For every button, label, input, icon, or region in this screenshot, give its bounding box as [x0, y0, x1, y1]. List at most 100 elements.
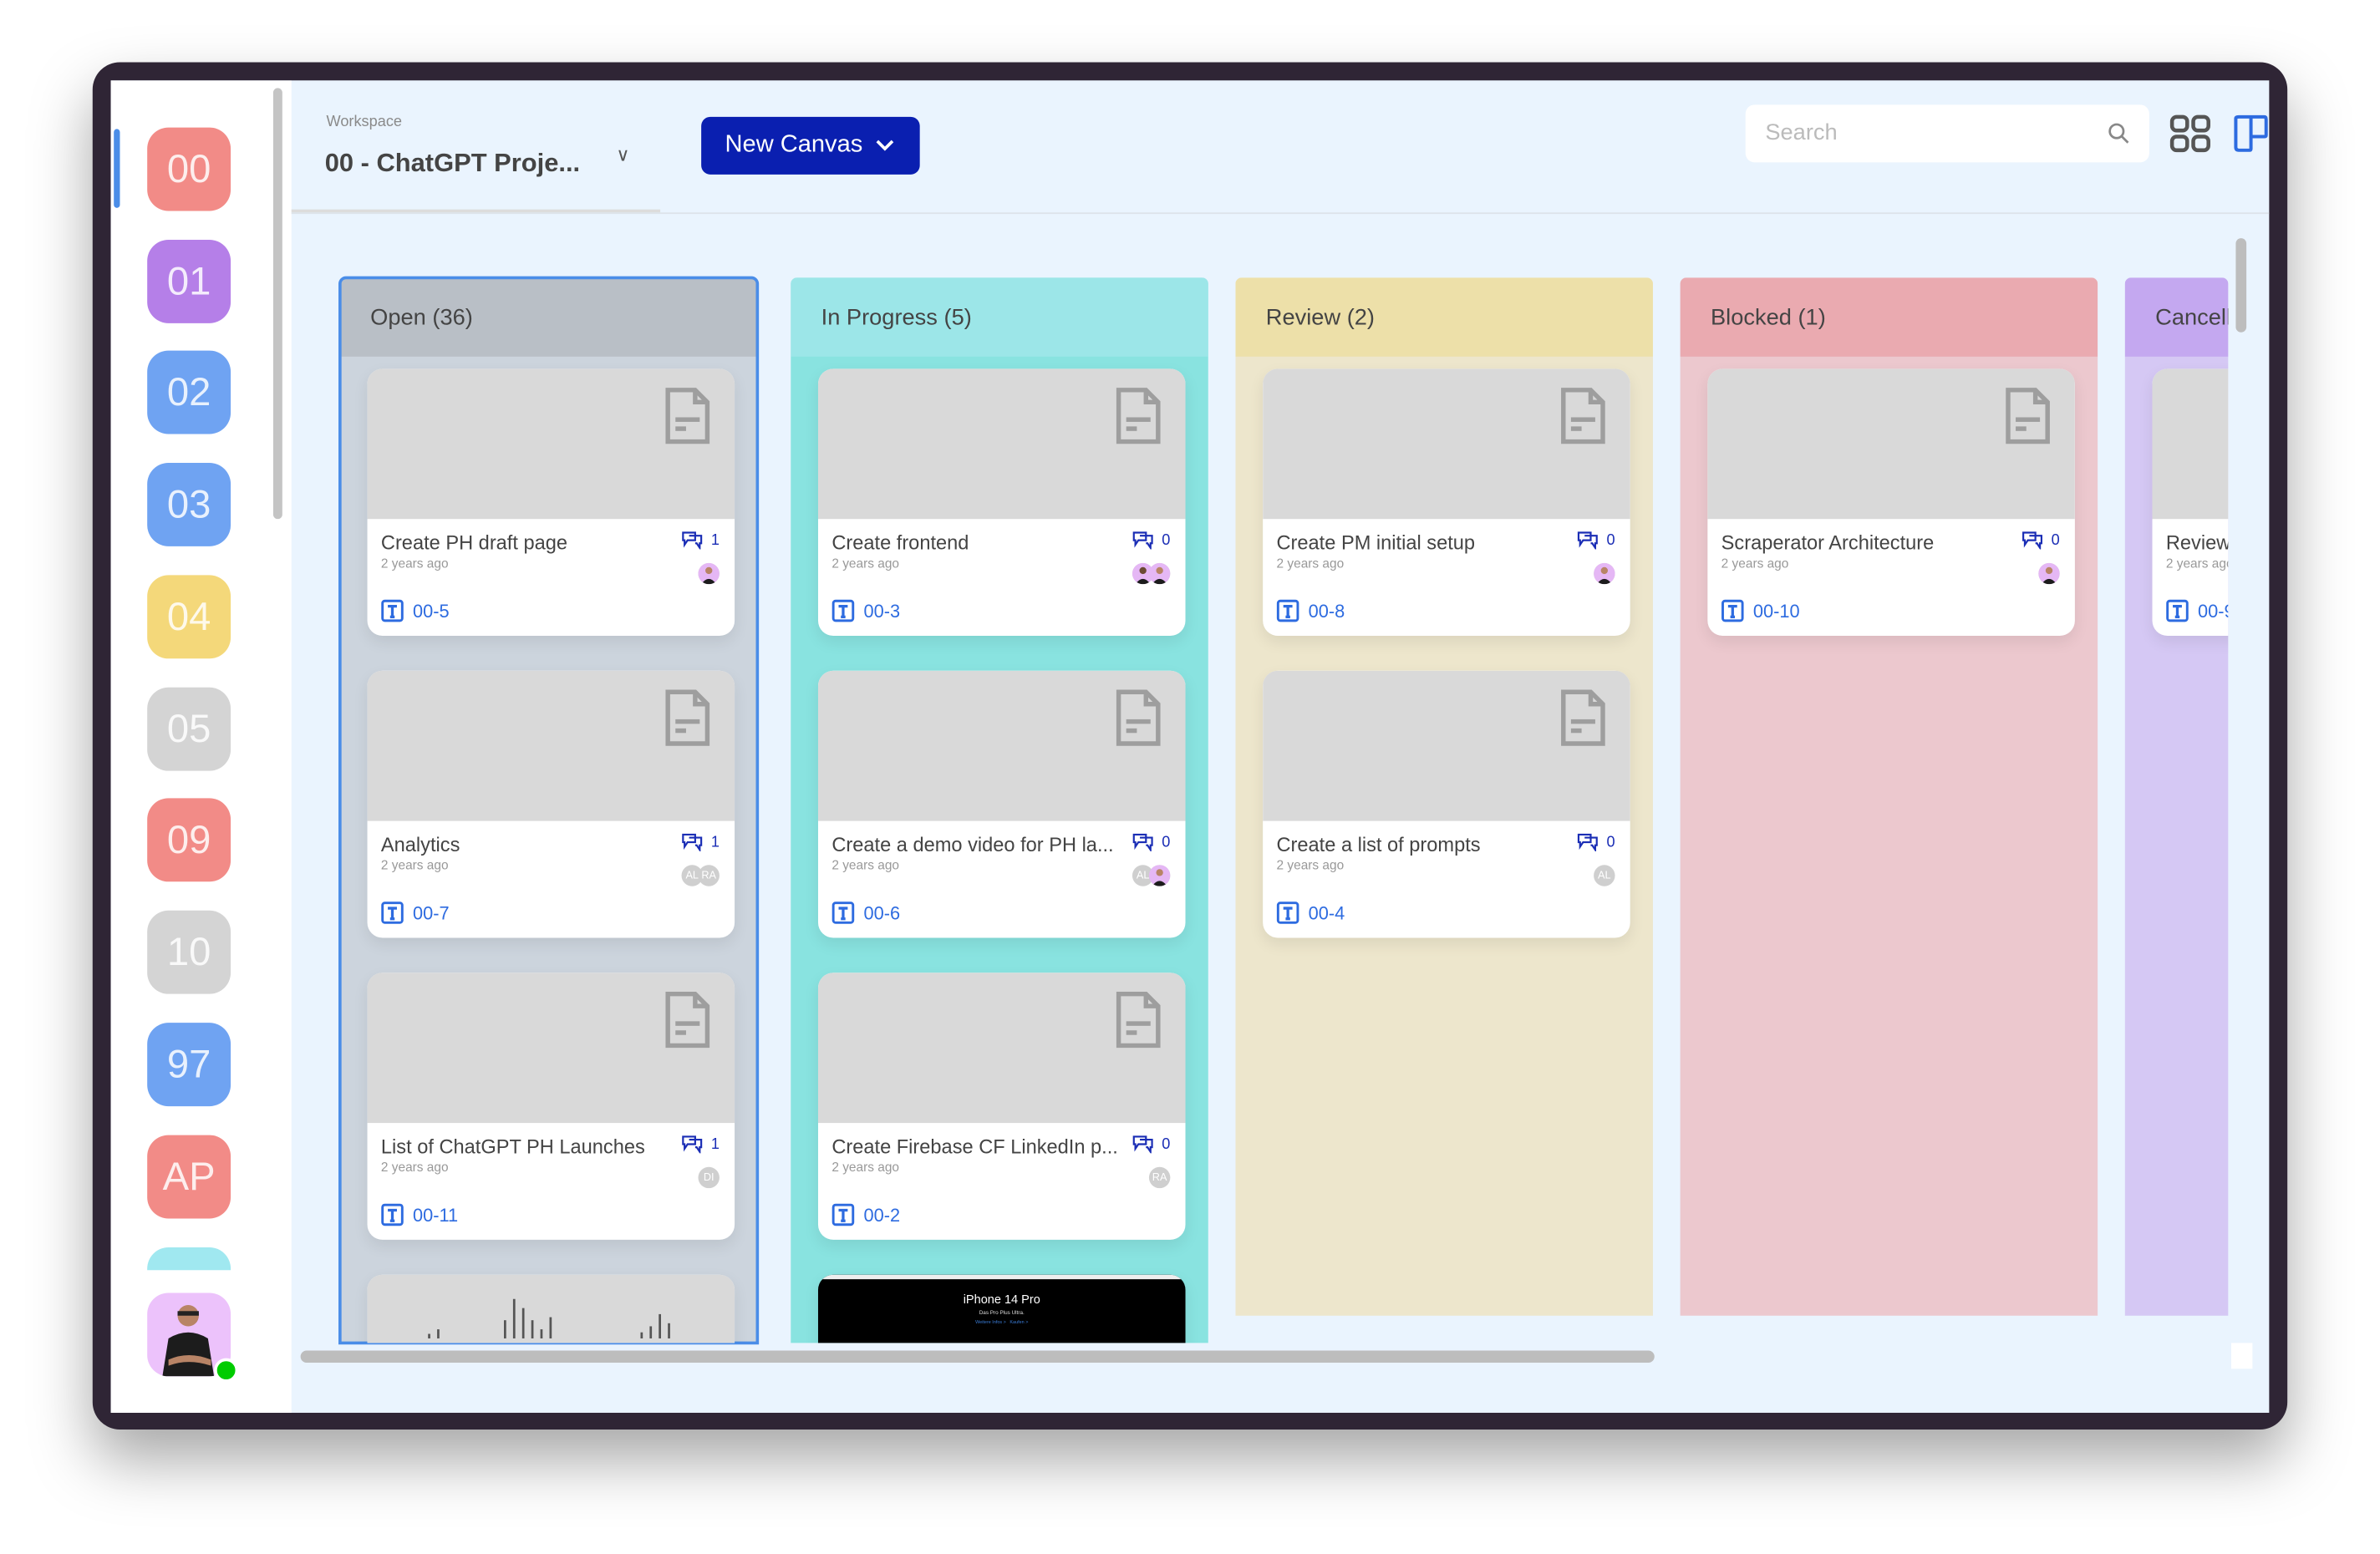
- new-canvas-button[interactable]: New Canvas: [701, 116, 920, 175]
- assignee-avatar[interactable]: RA: [698, 865, 720, 886]
- comments-button[interactable]: 0: [1133, 833, 1171, 851]
- assignee-avatar[interactable]: [2038, 562, 2060, 585]
- card-id[interactable]: 00-2: [831, 1203, 900, 1226]
- workspace-02[interactable]: 02: [147, 350, 231, 434]
- workspace-04[interactable]: 04: [147, 575, 231, 659]
- document-icon: [1116, 388, 1161, 444]
- column-header[interactable]: Open (36): [339, 277, 758, 357]
- card-id-label: 00-3: [863, 600, 901, 622]
- workspace-05[interactable]: 05: [147, 687, 231, 771]
- card-id-label: 00-4: [1308, 901, 1345, 924]
- assignees: AL RA: [681, 865, 720, 886]
- card-id-label: 00-9: [2198, 600, 2228, 622]
- comments-button[interactable]: 1: [682, 1135, 720, 1154]
- workspace-01[interactable]: 01: [147, 239, 231, 323]
- card-id[interactable]: 00-5: [381, 599, 450, 622]
- card-title: Create a list of prompts: [1276, 833, 1481, 856]
- assignee-avatar[interactable]: [1148, 562, 1171, 585]
- comment-count: 0: [1162, 834, 1171, 851]
- card-id[interactable]: 00-4: [1276, 901, 1345, 924]
- card-title: Create PH draft page: [380, 531, 568, 554]
- document-icon: [1561, 388, 1605, 444]
- text-type-icon: [2166, 599, 2189, 622]
- comments-button[interactable]: 0: [1578, 531, 1615, 550]
- canvas-card[interactable]: iPhone 14 Pro Das Pro Plus Ultra. Weiter…: [817, 1274, 1186, 1343]
- workspace-sidebar: 00 01 02 03 04 05 09 10 97 AP: [110, 80, 292, 1413]
- card-id[interactable]: 00-9: [2166, 599, 2228, 622]
- column-header[interactable]: Blocked (1): [1680, 277, 2098, 357]
- comments-button[interactable]: 0: [1578, 833, 1615, 851]
- workspace-more[interactable]: [147, 1247, 231, 1271]
- search-icon[interactable]: [2107, 121, 2131, 145]
- canvas-card[interactable]: Create PH draft page 2 years ago 1 00-5: [367, 368, 735, 637]
- comments-button[interactable]: 0: [1133, 531, 1170, 550]
- assignee-avatar[interactable]: [1594, 562, 1615, 585]
- workspace-select[interactable]: 00 - ChatGPT Proje...: [325, 149, 580, 179]
- comments-button[interactable]: 1: [682, 531, 720, 550]
- comments-icon: [683, 531, 704, 550]
- comments-button[interactable]: 0: [1133, 1135, 1170, 1154]
- assignee-avatar[interactable]: [1148, 865, 1171, 886]
- canvas-card[interactable]: Create a demo video for PH la... 2 years…: [817, 670, 1186, 938]
- card-id[interactable]: 00-6: [831, 901, 900, 924]
- thumb-link: Weitere Infos >: [975, 1318, 1006, 1325]
- canvas-card[interactable]: Scraperator Architecture 2 years ago 0 0…: [1707, 368, 2075, 637]
- canvas-card[interactable]: Create frontend 2 years ago 0 00-3: [817, 368, 1186, 637]
- card-id[interactable]: 00-11: [381, 1203, 458, 1226]
- column-header[interactable]: Cancelled: [2124, 277, 2229, 357]
- canvas-card[interactable]: Analytics 2 years ago 1 AL RA 00-7: [367, 670, 735, 938]
- assignees: [2038, 562, 2060, 585]
- comments-button[interactable]: 0: [2022, 531, 2060, 550]
- board-view-icon[interactable]: [2233, 114, 2270, 153]
- workspace-10[interactable]: 10: [147, 910, 231, 994]
- card-id-label: 00-5: [413, 600, 450, 622]
- sidebar-scrollbar[interactable]: [272, 88, 282, 520]
- document-icon: [1116, 991, 1161, 1049]
- assignee-avatar[interactable]: DI: [698, 1166, 720, 1189]
- card-thumbnail: [367, 670, 735, 821]
- card-id[interactable]: 00-3: [831, 599, 900, 622]
- assignees: AL: [1132, 865, 1171, 886]
- card-id[interactable]: 00-8: [1276, 599, 1345, 622]
- canvas-card[interactable]: Create a list of prompts 2 years ago 0 A…: [1263, 670, 1630, 938]
- document-icon: [1561, 689, 1605, 746]
- comment-count: 0: [1606, 531, 1615, 549]
- search-box[interactable]: [1745, 104, 2149, 163]
- workspace-03[interactable]: 03: [147, 462, 231, 546]
- document-icon: [1116, 689, 1161, 746]
- workspace-AP[interactable]: AP: [147, 1135, 231, 1219]
- assignee-avatar[interactable]: RA: [1148, 1166, 1171, 1189]
- canvas-card[interactable]: List of ChatGPT PH Launches 2 years ago …: [367, 973, 735, 1240]
- canvas-card[interactable]: Create Firebase CF LinkedIn p... 2 years…: [817, 973, 1186, 1240]
- text-type-icon: [381, 1203, 404, 1226]
- column-header[interactable]: In Progress (5): [791, 277, 1208, 357]
- canvas-card[interactable]: Review 2 years ago 00-9: [2152, 368, 2229, 637]
- canvas-card[interactable]: Create PM initial setup 2 years ago 0 00…: [1263, 368, 1630, 637]
- assignee-avatar[interactable]: [698, 562, 720, 585]
- thumb-bar: [668, 1323, 670, 1338]
- card-title: Create Firebase CF LinkedIn p...: [831, 1135, 1118, 1158]
- card-timestamp: 2 years ago: [831, 1159, 900, 1175]
- comments-icon: [2022, 531, 2043, 550]
- assignee-avatar[interactable]: AL: [1594, 865, 1615, 886]
- comments-icon: [1133, 833, 1154, 851]
- vertical-scrollbar[interactable]: [2235, 238, 2247, 333]
- column-header[interactable]: Review (2): [1235, 277, 1653, 357]
- search-input[interactable]: [1762, 118, 2103, 148]
- canvas-card[interactable]: [367, 1274, 735, 1343]
- text-type-icon: [1721, 599, 1744, 622]
- thumb-bar: [512, 1298, 516, 1338]
- card-thumbnail: [1263, 670, 1630, 821]
- card-id[interactable]: 00-7: [381, 901, 450, 924]
- card-id[interactable]: 00-10: [1721, 599, 1800, 622]
- workspace-97[interactable]: 97: [147, 1023, 231, 1107]
- comment-count: 0: [1606, 834, 1615, 851]
- horizontal-scrollbar[interactable]: [300, 1350, 1655, 1364]
- comments-button[interactable]: 1: [682, 833, 720, 851]
- assignees: [1594, 562, 1615, 585]
- grid-view-icon[interactable]: [2169, 114, 2211, 153]
- workspace-09[interactable]: 09: [147, 798, 231, 882]
- workspace-00[interactable]: 00: [147, 127, 231, 211]
- chevron-down-icon[interactable]: ∨: [616, 145, 629, 165]
- text-type-icon: [831, 1203, 855, 1226]
